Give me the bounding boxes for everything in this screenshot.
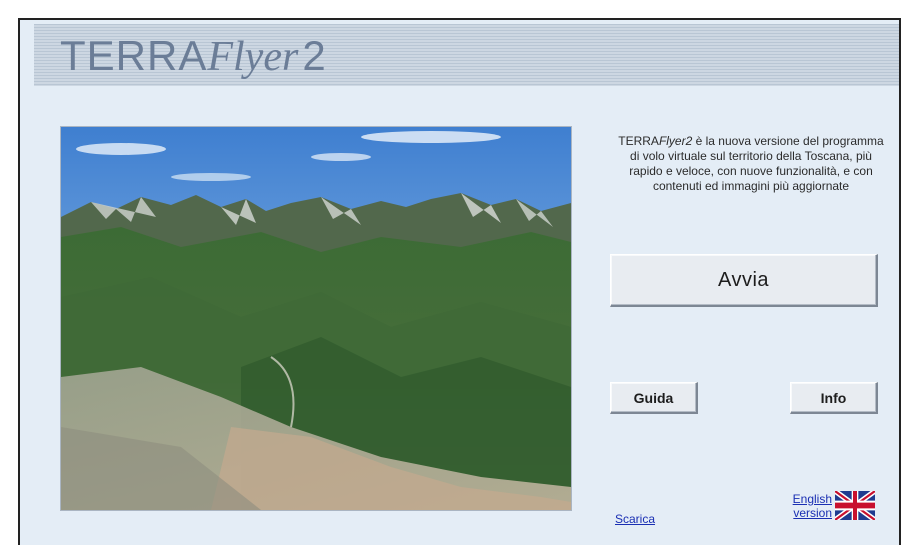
logo-flyer: Flyer bbox=[207, 34, 299, 80]
aerial-landscape-image bbox=[60, 126, 572, 511]
english-link-line2[interactable]: version bbox=[793, 506, 832, 520]
start-button[interactable]: Avvia bbox=[610, 254, 878, 307]
english-version-link[interactable]: English version bbox=[776, 492, 832, 520]
logo-version: 2 bbox=[302, 32, 326, 79]
info-button[interactable]: Info bbox=[790, 382, 878, 414]
app-frame: TERRAFlyer2 TERRAFlyer2 è la nuova versi… bbox=[18, 18, 901, 545]
guide-button[interactable]: Guida bbox=[610, 382, 698, 414]
logo-terra: TERRA bbox=[60, 32, 208, 79]
description-brand-italic: Flyer2 bbox=[658, 134, 693, 148]
uk-flag-icon[interactable] bbox=[835, 491, 875, 520]
download-link[interactable]: Scarica bbox=[615, 512, 655, 526]
description-brand: TERRA bbox=[618, 134, 659, 148]
app-description: TERRAFlyer2 è la nuova versione del prog… bbox=[613, 134, 889, 194]
english-link-line1[interactable]: English bbox=[793, 492, 832, 506]
header-banner: TERRAFlyer2 bbox=[34, 24, 899, 86]
app-logo: TERRAFlyer2 bbox=[60, 32, 326, 82]
